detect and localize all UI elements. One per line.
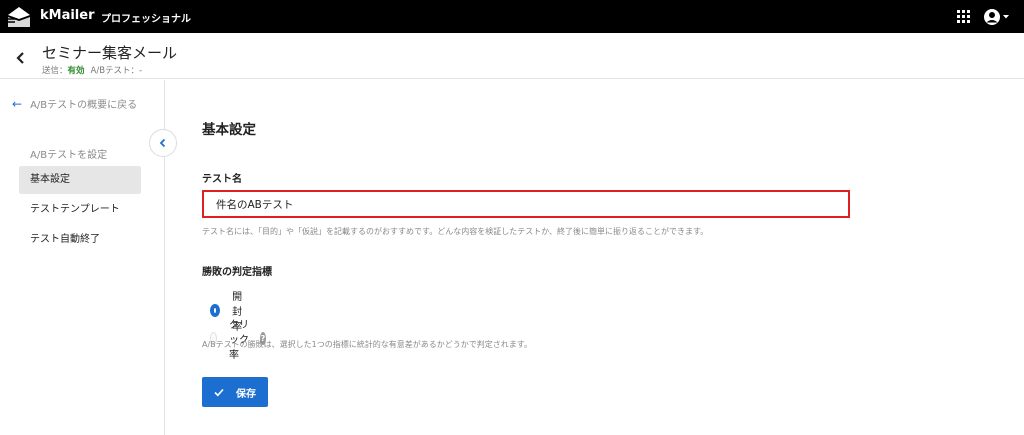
edition-label: プロフェッショナル: [101, 14, 191, 25]
back-link-label: A/Bテストの概要に戻る: [30, 100, 138, 111]
sidebar: ← A/Bテストの概要に戻る A/Bテストを設定 基本設定 テストテンプレート …: [0, 80, 165, 435]
section-title: 基本設定: [202, 122, 256, 138]
test-name-label: テスト名: [202, 174, 242, 185]
brand-name: kMailer: [40, 8, 95, 23]
page-header: セミナー集客メール 送信：有効 A/Bテスト：-: [0, 33, 1024, 79]
test-name-help: テスト名には、「目的」や「仮説」を記載するのがおすすめです。どんな内容を検証した…: [202, 227, 709, 236]
account-icon[interactable]: [983, 8, 1013, 26]
collapse-sidebar-button[interactable]: [149, 129, 177, 157]
test-name-input[interactable]: [202, 190, 850, 218]
metric-help: A/Bテストの勝敗は、選択した1つの指標に統計的な有意差があるかどうかで判定され…: [202, 340, 532, 349]
top-bar: kMailer プロフェッショナル: [0, 0, 1024, 33]
save-button[interactable]: 保存: [202, 377, 268, 407]
chevron-left-icon: [159, 138, 166, 148]
status-badge: 有効: [67, 66, 85, 76]
back-to-overview-link[interactable]: ← A/Bテストの概要に戻る: [12, 96, 138, 112]
sidebar-item-test-template[interactable]: テストテンプレート: [19, 196, 141, 224]
apps-grid-icon[interactable]: [957, 10, 970, 23]
status-line: 送信：有効 A/Bテスト：-: [42, 64, 142, 76]
ab-test-status: A/Bテスト：-: [90, 66, 143, 76]
check-icon: [214, 388, 224, 396]
status-label: 送信：: [42, 66, 68, 76]
logo-icon[interactable]: [8, 7, 30, 27]
chevron-down-icon: [1003, 15, 1009, 19]
save-button-label: 保存: [236, 388, 256, 400]
sidebar-item-basic-settings[interactable]: 基本設定: [19, 166, 141, 194]
page-title: セミナー集客メール: [42, 44, 178, 62]
back-chevron-icon[interactable]: [14, 51, 28, 65]
arrow-left-icon: ←: [12, 96, 23, 111]
sidebar-item-auto-end[interactable]: テスト自動終了: [19, 226, 141, 254]
metric-label: 勝敗の判定指標: [202, 267, 272, 278]
sidebar-section-label: A/Bテストを設定: [30, 150, 108, 161]
